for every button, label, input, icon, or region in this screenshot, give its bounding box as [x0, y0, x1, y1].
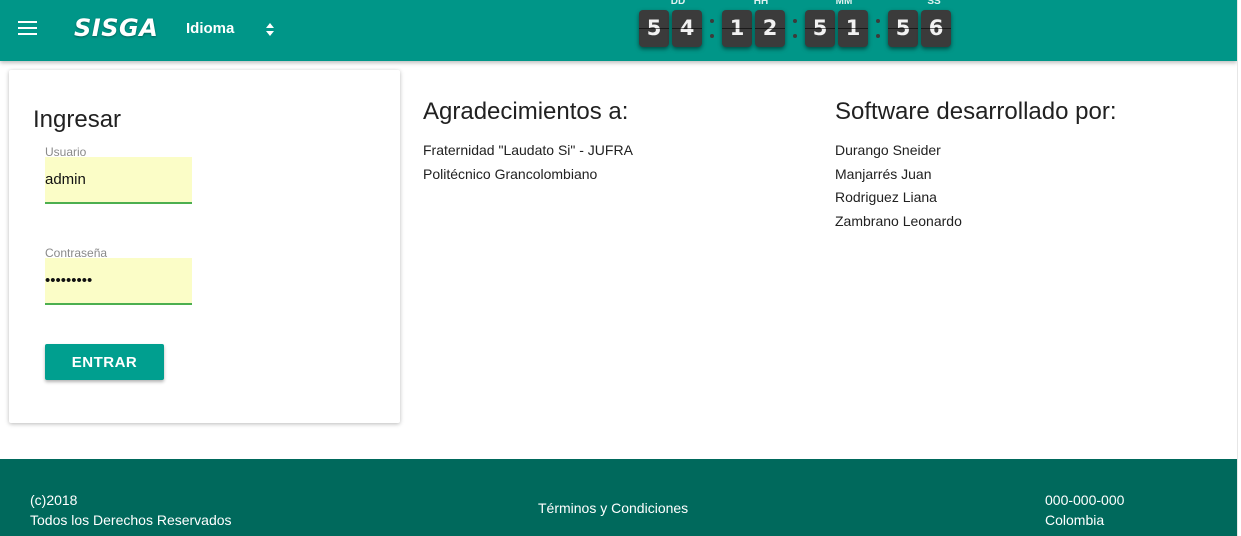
countdown-digit: 5	[639, 10, 669, 47]
developers-section: Software desarrollado por: Durango Sneid…	[835, 98, 1116, 234]
countdown-label-hours: HH	[753, 0, 769, 7]
countdown-digit: 4	[672, 10, 702, 47]
username-field[interactable]	[45, 157, 192, 204]
list-item: Zambrano Leonardo	[835, 213, 962, 230]
footer-contact: 000-000-000 Colombia	[1045, 490, 1124, 530]
list-item: Politécnico Grancolombiano	[423, 165, 598, 182]
countdown-separator	[792, 15, 798, 41]
countdown-label-minutes: MM	[835, 0, 853, 7]
password-field[interactable]	[45, 258, 192, 305]
list-item: Rodriguez Liana	[835, 189, 937, 206]
window-edge	[1237, 0, 1241, 536]
list-item: Manjarrés Juan	[835, 165, 932, 182]
login-title: Ingresar	[33, 106, 122, 133]
thanks-title: Agradecimientos a:	[423, 98, 629, 125]
countdown-digit: 5	[888, 10, 918, 47]
login-card: Ingresar Usuario Contraseña ENTRAR	[9, 70, 400, 423]
countdown-label-days: DD	[670, 0, 686, 7]
countdown-separator	[875, 15, 881, 41]
countdown-separator	[709, 15, 715, 41]
countdown-digit: 1	[722, 10, 752, 47]
countdown-digit: 1	[838, 10, 868, 47]
countdown-digit: 6	[921, 10, 951, 47]
menu-icon[interactable]	[18, 21, 38, 37]
rights-text: Todos los Derechos Reservados	[30, 512, 232, 528]
language-select[interactable]: Idioma	[186, 20, 281, 40]
list-item: Fraternidad "Laudato Si" - JUFRA	[423, 142, 633, 158]
contact-country: Colombia	[1045, 512, 1105, 528]
contact-phone: 000-000-000	[1045, 492, 1125, 508]
language-select-label: Idioma	[186, 20, 235, 37]
terms-link[interactable]: Términos y Condiciones	[538, 500, 688, 516]
countdown-label-seconds: SS	[927, 0, 941, 7]
thanks-section: Agradecimientos a: Fraternidad "Laudato …	[423, 98, 633, 186]
countdown-timer: DD HH MM SS 5 4 1 2 5 1 5 6	[637, 0, 957, 50]
copyright-year: (c)2018	[30, 492, 78, 508]
developers-title: Software desarrollado por:	[835, 98, 1117, 125]
countdown-digit: 2	[755, 10, 785, 47]
brand-logo[interactable]: SISGA	[74, 14, 158, 42]
top-app-bar: SISGA Idioma DD HH MM SS 5 4 1 2 5 1 5 6	[0, 0, 1237, 61]
footer-copyright: (c)2018 Todos los Derechos Reservados	[30, 490, 232, 530]
page-footer: (c)2018 Todos los Derechos Reservados Té…	[0, 459, 1237, 536]
countdown-digit: 5	[805, 10, 835, 47]
sort-arrows-icon	[266, 20, 274, 40]
list-item: Durango Sneider	[835, 142, 941, 158]
login-submit-button[interactable]: ENTRAR	[45, 344, 164, 380]
